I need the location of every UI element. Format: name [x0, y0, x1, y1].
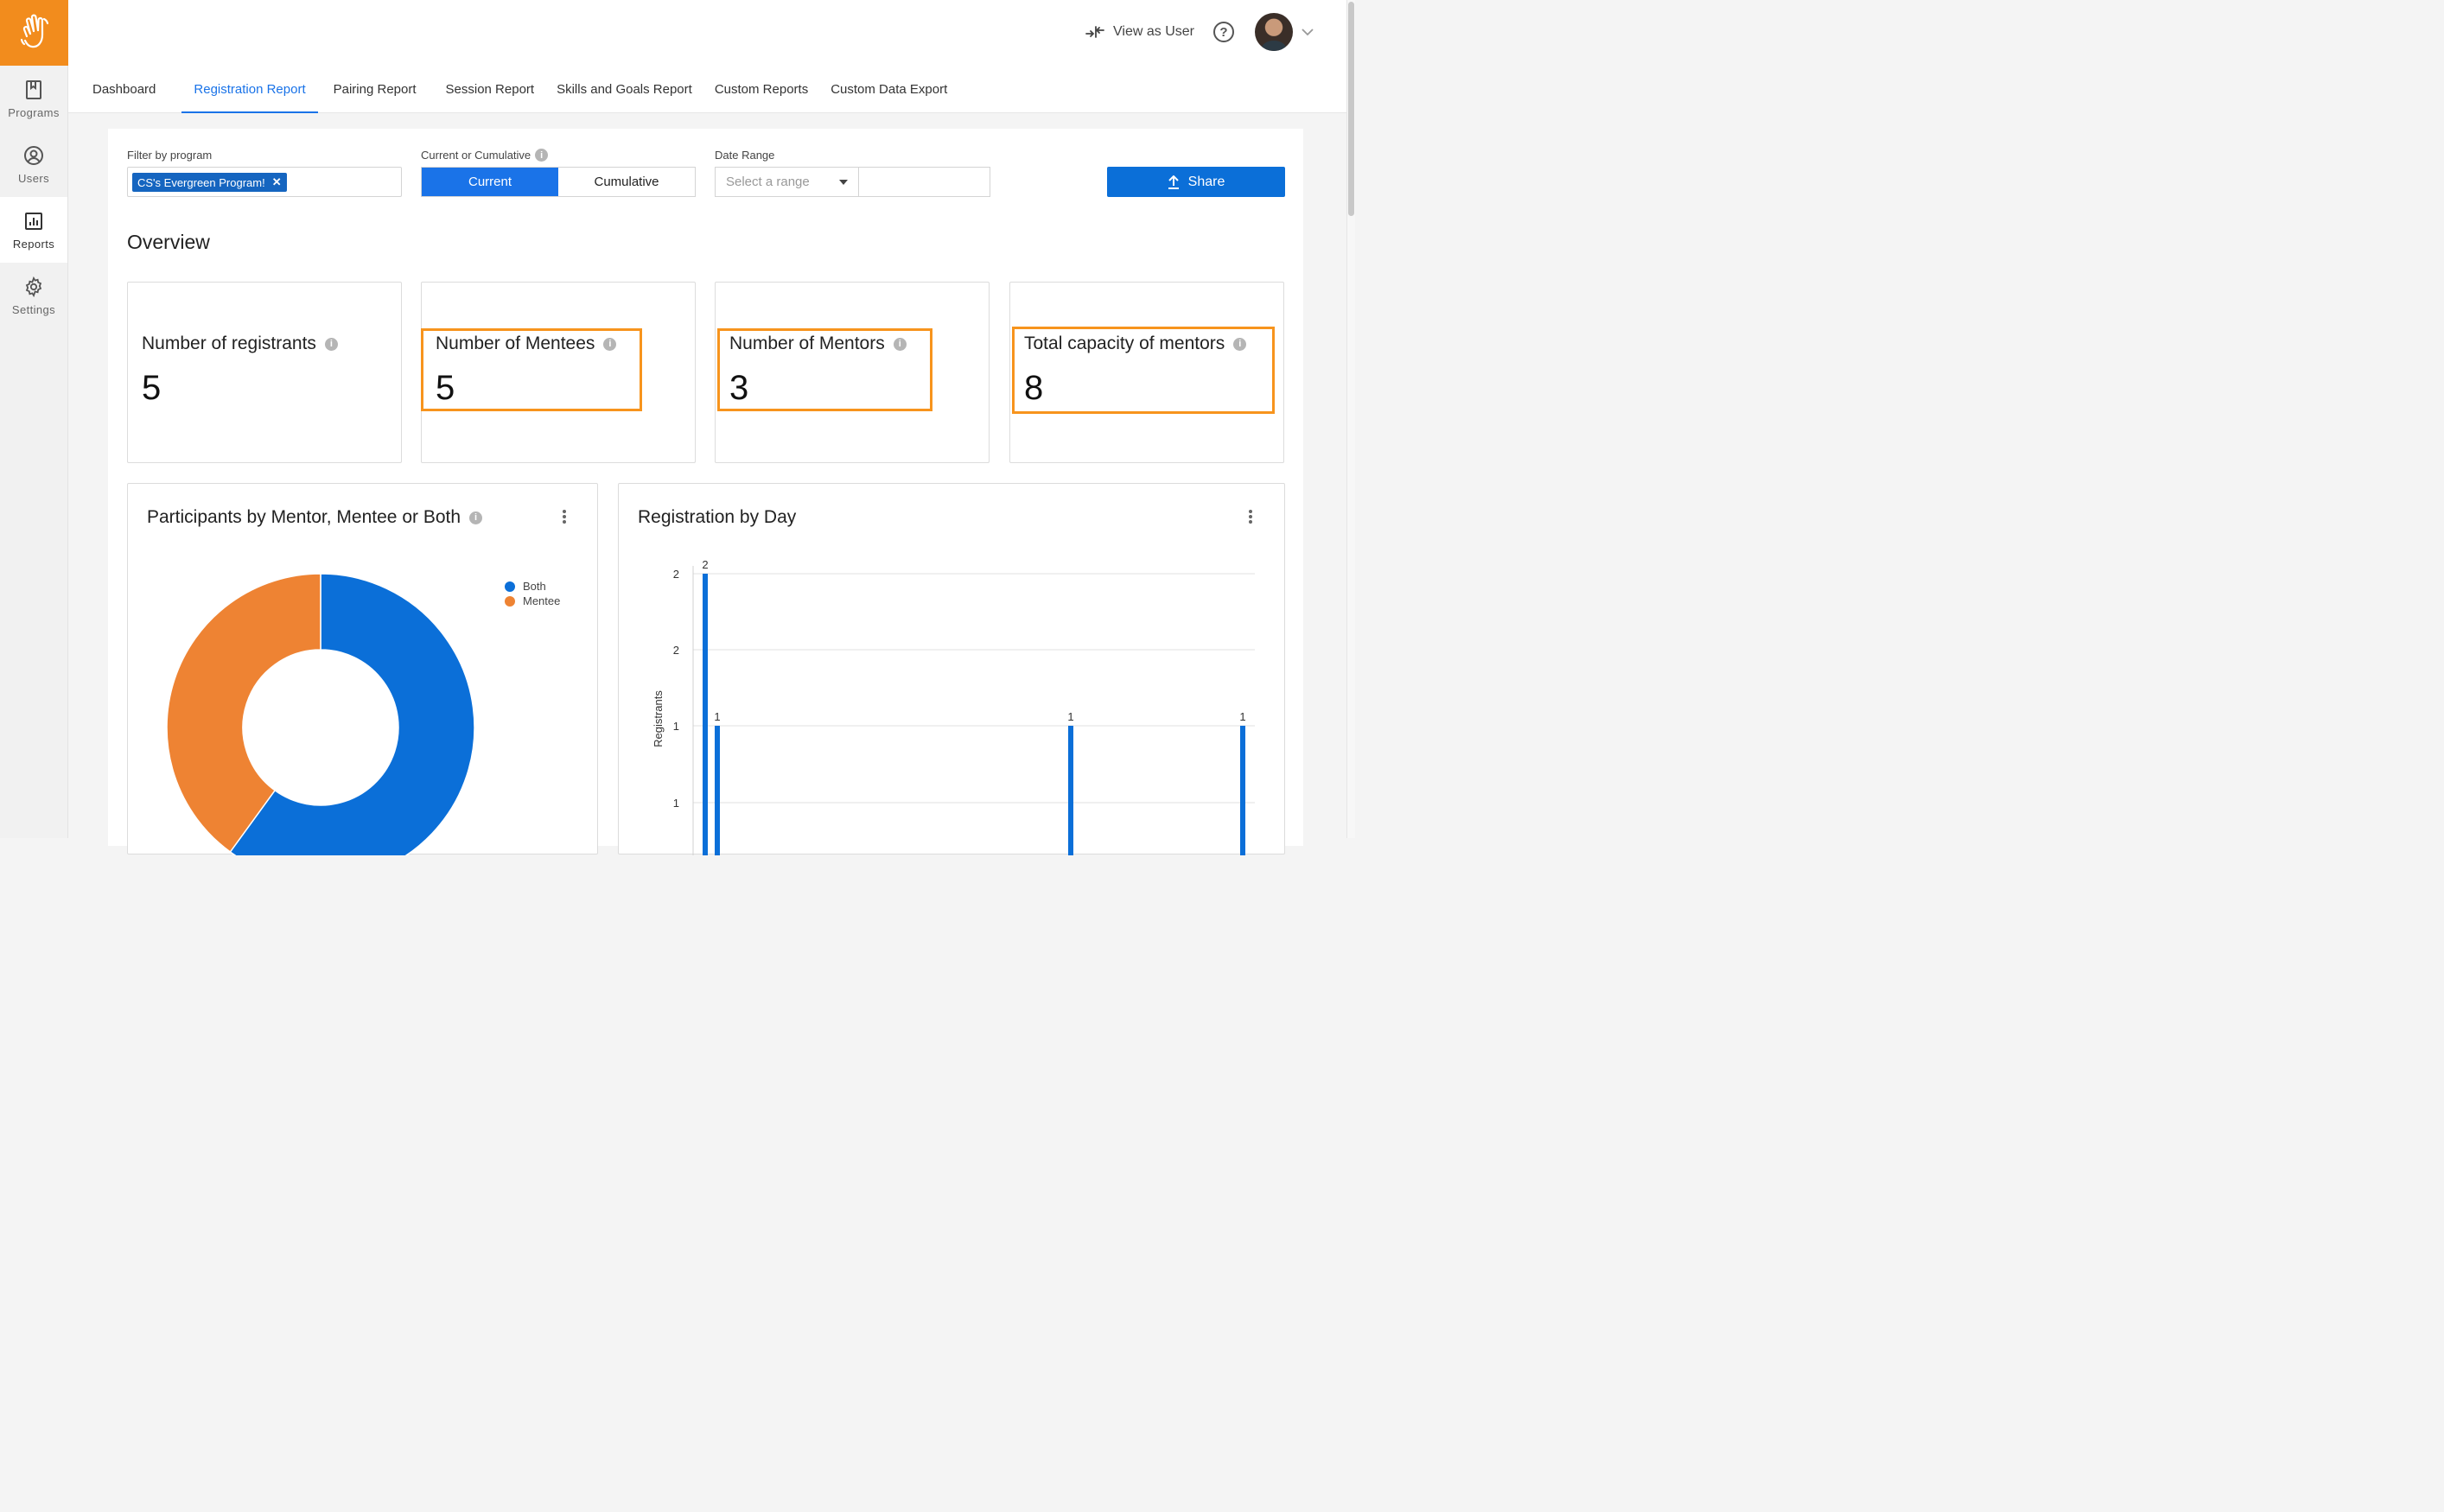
program-chip: CS's Evergreen Program! ✕	[132, 173, 287, 192]
scrollbar-thumb[interactable]	[1348, 2, 1354, 216]
toggle-cumulative[interactable]: Cumulative	[558, 168, 695, 196]
info-icon[interactable]: i	[324, 337, 338, 351]
bar[interactable]	[1240, 726, 1245, 855]
gear-icon	[22, 276, 45, 298]
report-content: Filter by program CS's Evergreen Program…	[108, 129, 1303, 855]
chevron-down-icon[interactable]	[1302, 28, 1314, 36]
tab-custom-data-export[interactable]: Custom Data Export	[818, 69, 959, 113]
report-tabs: Dashboard Registration Report Pairing Re…	[68, 69, 959, 113]
bar[interactable]	[1068, 726, 1073, 855]
bar-chart-icon	[22, 210, 45, 232]
y-tick-label: 2	[673, 644, 679, 657]
sidebar-item-label: Settings	[11, 302, 56, 316]
page-scrollbar[interactable]	[1346, 0, 1355, 838]
sidebar-item-users[interactable]: Users	[0, 131, 67, 197]
sidebar-item-settings[interactable]: Settings	[0, 263, 67, 328]
highlight-box-capacity	[1012, 327, 1275, 414]
bar[interactable]	[715, 726, 720, 855]
tab-skills-goals-report[interactable]: Skills and Goals Report	[544, 69, 704, 113]
sidebar-item-label: Programs	[8, 105, 60, 119]
mode-toggle: Current Cumulative	[421, 167, 696, 197]
y-axis-label: Registrants	[652, 690, 665, 747]
registration-bar-chart: Registrants 2 2 1 1 2 1 1 1	[652, 558, 1255, 855]
participants-donut-chart	[166, 573, 475, 855]
bar-data-label: 1	[1067, 710, 1073, 723]
bar-data-label: 1	[714, 710, 720, 723]
tab-registration-report[interactable]: Registration Report	[181, 69, 318, 113]
overview-title: Overview	[127, 231, 210, 253]
caret-down-icon	[839, 179, 848, 185]
date-range-select[interactable]: Select a range	[716, 168, 859, 196]
user-circle-icon	[22, 144, 45, 167]
question-icon[interactable]: ?	[1213, 22, 1234, 42]
stat-value: 5	[142, 369, 162, 407]
sidebar-item-label: Users	[18, 171, 49, 185]
bar-data-label: 1	[1239, 710, 1245, 723]
view-as-user-label: View as User	[1113, 24, 1194, 39]
program-filter-input[interactable]: CS's Evergreen Program! ✕	[127, 167, 402, 197]
y-tick-label: 2	[673, 568, 679, 581]
date-range-label: Date Range	[715, 149, 775, 162]
tab-session-report[interactable]: Session Report	[434, 69, 547, 113]
participants-panel: Participants by Mentor, Mentee or Both i …	[127, 483, 598, 855]
mode-label: Current or Cumulative i	[421, 149, 549, 162]
stat-card-registrants: Number of registrants i 5	[127, 282, 402, 463]
date-range-placeholder: Select a range	[726, 175, 810, 189]
highlight-box-mentors	[717, 328, 932, 411]
share-button[interactable]: Share	[1107, 167, 1285, 197]
toggle-current[interactable]: Current	[422, 168, 558, 196]
stat-label: Number of registrants i	[142, 334, 338, 354]
program-chip-label: CS's Evergreen Program!	[137, 175, 265, 189]
switch-arrows-icon	[1085, 26, 1104, 38]
tab-dashboard[interactable]: Dashboard	[80, 69, 168, 113]
date-range-input[interactable]	[859, 168, 990, 196]
tab-custom-reports[interactable]: Custom Reports	[703, 69, 820, 113]
y-tick-label: 1	[673, 797, 679, 810]
header: View as User ? Dashboard Registration Re…	[68, 0, 1346, 113]
sidebar-item-programs[interactable]: Programs	[0, 66, 67, 131]
program-filter-label: Filter by program	[127, 149, 213, 162]
tab-pairing-report[interactable]: Pairing Report	[321, 69, 429, 113]
view-as-user-button[interactable]: View as User	[1085, 24, 1194, 40]
waving-hand-icon	[20, 14, 48, 48]
sidebar: Programs Users Reports Settings	[0, 0, 68, 838]
date-range-field: Select a range	[715, 167, 990, 197]
avatar[interactable]	[1255, 13, 1293, 51]
sidebar-item-reports[interactable]: Reports	[0, 197, 67, 263]
upload-icon	[1168, 175, 1179, 189]
registration-panel: Registration by Day Registrants 2 2 1 1 2 1 1 1	[618, 483, 1285, 855]
mode-label-text: Current or Cumulative	[421, 149, 531, 162]
bookmark-icon	[22, 79, 45, 101]
bar-data-label: 2	[702, 558, 708, 571]
bar[interactable]	[703, 574, 708, 855]
close-icon[interactable]: ✕	[272, 175, 282, 189]
y-tick-label: 1	[673, 720, 679, 733]
share-label: Share	[1187, 174, 1225, 189]
highlight-box-mentees	[421, 328, 642, 411]
header-actions: View as User ?	[1085, 12, 1314, 52]
app-logo[interactable]	[0, 0, 68, 66]
info-icon[interactable]: i	[535, 149, 549, 162]
sidebar-item-label: Reports	[12, 237, 55, 251]
